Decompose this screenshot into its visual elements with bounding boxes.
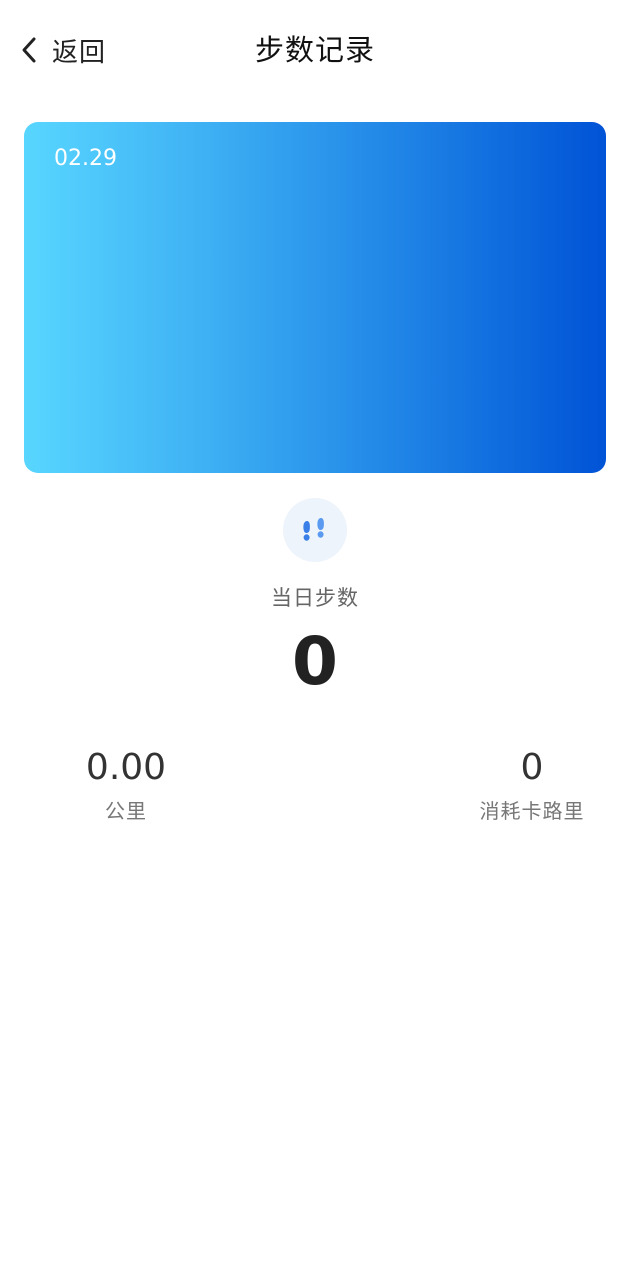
distance-stat: 0.00 公里 <box>26 745 226 824</box>
page-title: 步数记录 <box>254 33 375 67</box>
footprints-icon <box>283 498 347 562</box>
steps-value: 0 <box>292 623 338 700</box>
calories-value: 0 <box>520 747 544 788</box>
distance-label: 公里 <box>105 799 147 823</box>
calories-stat: 0 消耗卡路里 <box>432 745 630 824</box>
card-date: 02.29 <box>54 146 117 171</box>
distance-value: 0.00 <box>85 747 167 788</box>
header: 返回 步数记录 <box>0 0 630 100</box>
calories-label: 消耗卡路里 <box>479 799 585 823</box>
date-card: 02.29 <box>24 122 606 473</box>
steps-label: 当日步数 <box>271 586 359 610</box>
